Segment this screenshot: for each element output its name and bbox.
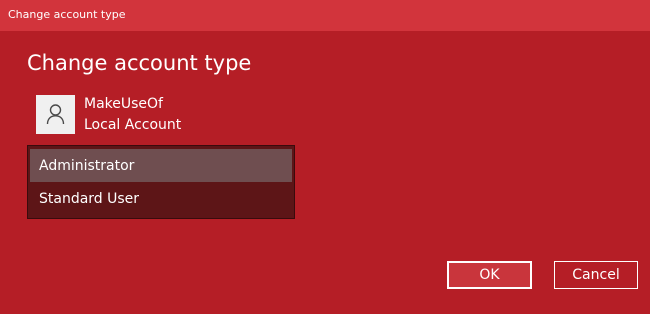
- option-standard-user[interactable]: Standard User: [30, 182, 292, 215]
- dialog-heading: Change account type: [27, 51, 252, 75]
- option-label: Standard User: [39, 191, 140, 207]
- option-label: Administrator: [39, 158, 135, 174]
- cancel-button[interactable]: Cancel: [554, 261, 638, 289]
- ok-button[interactable]: OK: [447, 261, 532, 289]
- change-account-type-window: Change account type Change account type …: [0, 0, 650, 314]
- avatar: [36, 95, 75, 134]
- account-type-dropdown[interactable]: Administrator Standard User: [27, 145, 295, 219]
- title-bar[interactable]: Change account type: [0, 0, 650, 31]
- option-administrator[interactable]: Administrator: [30, 149, 292, 182]
- account-name: MakeUseOf: [84, 96, 163, 112]
- user-icon: [46, 104, 65, 125]
- window-title: Change account type: [8, 8, 126, 21]
- account-type-label: Local Account: [84, 117, 182, 133]
